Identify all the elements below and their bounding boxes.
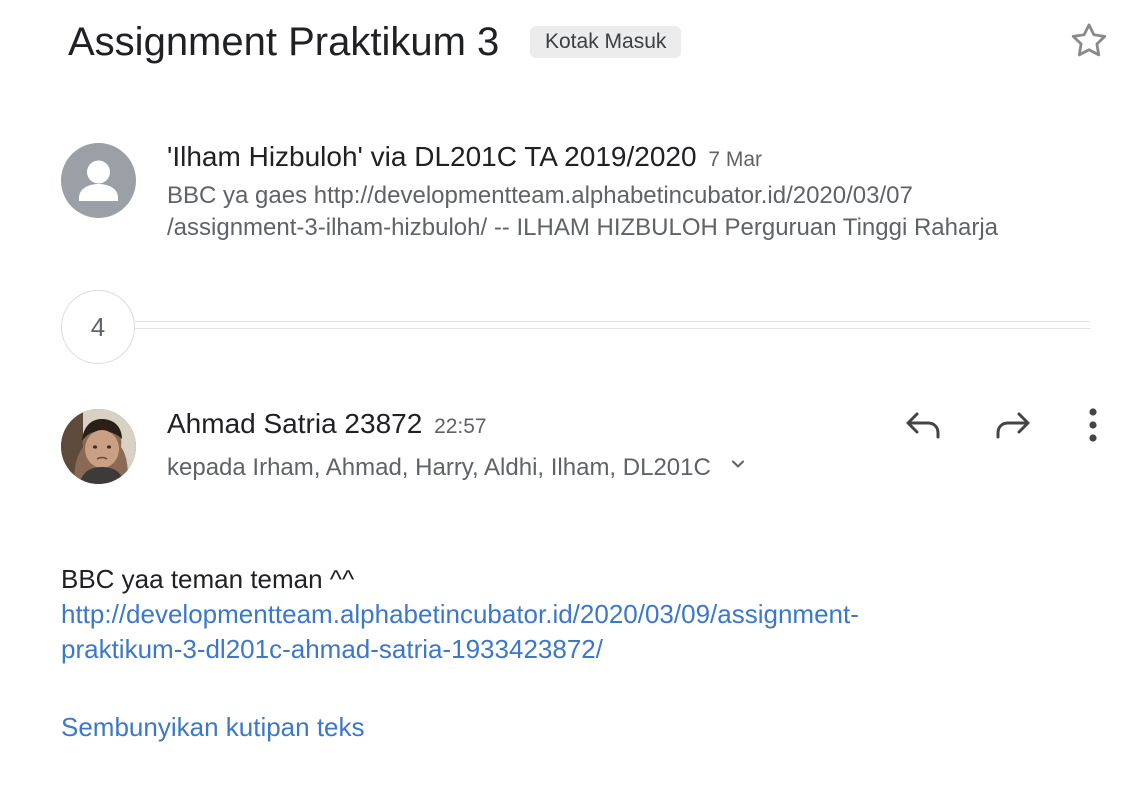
label-chip-inbox[interactable]: Kotak Masuk [530,26,682,58]
message-snippet-line: /assignment-3-ilham-hizbuloh/ -- ILHAM H… [167,214,998,241]
recipients-text: kepada Irham, Ahmad, Harry, Aldhi, Ilham… [167,454,711,481]
recipients-toggle[interactable]: kepada Irham, Ahmad, Harry, Aldhi, Ilham… [167,452,748,484]
open-message-sender: Ahmad Satria 23872 22:57 [167,406,487,445]
person-placeholder-icon [61,143,136,218]
message-snippet-line: BBC ya gaes http://developmentteam.alpha… [167,182,913,209]
message-link-line: http://developmentteam.alphabetincubator… [61,599,859,629]
more-options-button[interactable] [1068,400,1118,450]
more-vert-icon [1089,408,1097,442]
message-snippet[interactable]: BBC ya gaes http://developmentteam.alpha… [167,180,1097,244]
reply-button[interactable] [898,400,948,450]
message-sender-name: 'Ilham Hizbuloh' via DL201C TA 2019/2020 [167,141,697,172]
star-icon[interactable] [1068,20,1110,62]
open-message-sender-name: Ahmad Satria 23872 [167,408,423,439]
chevron-down-icon [728,451,748,483]
hide-quoted-text-link[interactable]: Sembunyikan kutipan teks [61,710,365,744]
message-date: 7 Mar [708,148,763,171]
avatar[interactable] [61,409,136,484]
open-message-time: 22:57 [434,415,487,438]
message-body-link[interactable]: http://developmentteam.alphabetincubator… [61,597,1061,667]
message-link-line: praktikum-3-dl201c-ahmad-satria-19334238… [61,634,603,664]
message-body-text: BBC yaa teman teman ^^ [61,564,355,594]
reply-icon [906,412,940,439]
collapsed-messages-count[interactable]: 4 [61,290,135,364]
thread-subject: Assignment Praktikum 3 [68,20,500,64]
forward-button[interactable] [988,400,1038,450]
collapsed-divider [135,321,1090,329]
forward-icon [996,412,1030,439]
message-sender[interactable]: 'Ilham Hizbuloh' via DL201C TA 2019/2020… [167,140,762,177]
